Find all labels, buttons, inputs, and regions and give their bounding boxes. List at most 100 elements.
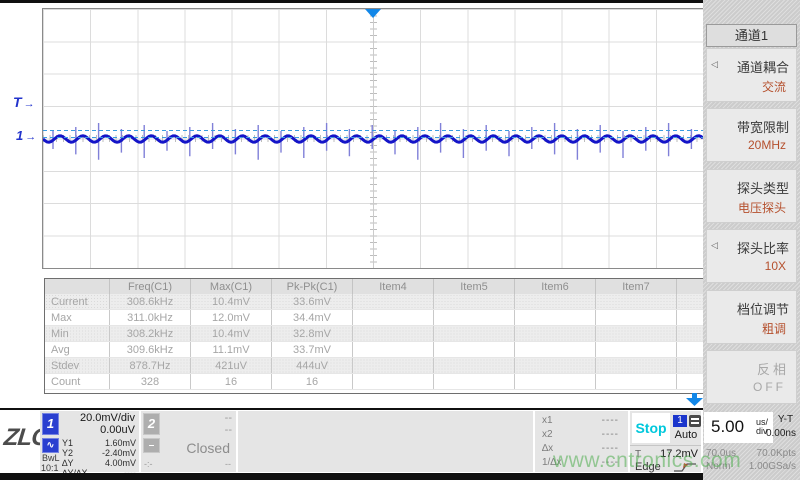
trigger-coupling-icon bbox=[689, 415, 701, 427]
run-stop-indicator[interactable]: Stop bbox=[632, 413, 670, 443]
table-cell bbox=[677, 342, 707, 358]
table-cell: 34.4mV bbox=[272, 310, 353, 326]
trigger-mode: Auto bbox=[671, 429, 701, 441]
table-scroll-down-icon[interactable] bbox=[686, 393, 703, 406]
readout-label: x1 bbox=[542, 415, 553, 426]
trigger-arrow-icon: → bbox=[24, 98, 35, 110]
table-cell bbox=[515, 358, 596, 374]
table-cell: 308.6kHz bbox=[110, 294, 191, 310]
table-cell bbox=[596, 326, 677, 342]
table-cell bbox=[515, 294, 596, 310]
table-cell bbox=[677, 310, 707, 326]
stop-label: Stop bbox=[635, 420, 666, 436]
table-cell: 878.7Hz bbox=[110, 358, 191, 374]
table-cell bbox=[434, 310, 515, 326]
menu-item-label: 带宽限制 bbox=[737, 117, 789, 136]
menu-item-value: 20MHz bbox=[748, 138, 786, 152]
table-cell: 10.4mV bbox=[191, 326, 272, 342]
table-header-cell: Item5 bbox=[434, 279, 515, 294]
table-cell bbox=[677, 358, 707, 374]
readout-row: ∆Y4.00mV bbox=[62, 458, 136, 467]
menu-item-label: 档位调节 bbox=[737, 299, 789, 318]
table-header-cell: Pk-Pk(C1) bbox=[272, 279, 353, 294]
memory-depth: 70.0Kpts bbox=[757, 448, 796, 459]
menu-item-label: 反相 bbox=[757, 359, 789, 378]
table-cell: 12.0mV bbox=[191, 310, 272, 326]
readout-value: -2.40mV bbox=[102, 448, 136, 458]
sidebar-menu-item[interactable]: 反相 OFF bbox=[706, 350, 797, 404]
bottom-bar bbox=[0, 473, 703, 480]
menu-item-value: 交流 bbox=[762, 78, 786, 95]
channel1-badge[interactable]: 1 bbox=[42, 413, 59, 435]
readout-label: x2 bbox=[542, 429, 553, 440]
sidebar-menu-item[interactable]: 探头类型 电压探头 bbox=[706, 169, 797, 223]
sidebar-title: 通道1 bbox=[706, 24, 797, 47]
readout-value: 4.00mV bbox=[105, 458, 136, 468]
channel2-coupling-icon: – bbox=[143, 438, 160, 453]
table-row: Min308.2kHz10.4mV32.8mV bbox=[45, 326, 706, 342]
table-row: Current308.6kHz10.4mV33.6mV bbox=[45, 294, 706, 310]
channel1-offset: 0.00uV bbox=[100, 424, 135, 436]
table-cell bbox=[353, 374, 434, 390]
table-header-cell: Item4 bbox=[353, 279, 434, 294]
channel2-status-panel[interactable]: 2 -- -- – Closed -:- -- bbox=[141, 411, 236, 472]
sidebar-menu-item[interactable]: ◁ 探头比率 10X bbox=[706, 229, 797, 283]
probe-ratio-indicator: 10:1 bbox=[41, 463, 59, 473]
table-row: Avg309.6kHz11.1mV33.7mV bbox=[45, 342, 706, 358]
channel1-ground-marker[interactable]: 1→ bbox=[16, 128, 36, 143]
table-cell bbox=[515, 342, 596, 358]
channel2-extra: -- bbox=[225, 459, 231, 469]
table-header-cell: Item8 bbox=[677, 279, 707, 294]
watermark: www.cntronics.com bbox=[553, 449, 741, 473]
readout-row: Y2-2.40mV bbox=[62, 448, 136, 457]
status-divider bbox=[0, 408, 703, 410]
row-label-cell: Current bbox=[45, 294, 110, 310]
table-cell bbox=[596, 342, 677, 358]
table-row: Stdev878.7Hz421uV444uV bbox=[45, 358, 706, 374]
table-cell bbox=[434, 326, 515, 342]
table-cell bbox=[434, 374, 515, 390]
menu-item-value: OFF bbox=[753, 380, 786, 394]
timebase-box[interactable]: 5.00 us/div bbox=[704, 412, 773, 443]
readout-row: Y11.60mV bbox=[62, 438, 136, 447]
table-header-cell bbox=[45, 279, 110, 294]
bandwidth-limit-indicator: BwL bbox=[42, 453, 60, 463]
table-cell: 309.6kHz bbox=[110, 342, 191, 358]
channel2-badge[interactable]: 2 bbox=[143, 413, 160, 435]
row-label-cell: Avg bbox=[45, 342, 110, 358]
table-header-cell: Freq(C1) bbox=[110, 279, 191, 294]
channel2-state: Closed bbox=[186, 440, 230, 456]
sidebar-menu-item[interactable]: 带宽限制 20MHz bbox=[706, 108, 797, 162]
row-label-cell: Count bbox=[45, 374, 110, 390]
table-row: Count3281616 bbox=[45, 374, 706, 390]
table-cell bbox=[434, 358, 515, 374]
status-empty-panel bbox=[238, 411, 533, 472]
channel1-scale: 20.0mV/div bbox=[80, 412, 135, 424]
table-cell bbox=[596, 358, 677, 374]
sidebar-menu-item[interactable]: 档位调节 粗调 bbox=[706, 290, 797, 344]
table-cell: 328 bbox=[110, 374, 191, 390]
table-cell bbox=[596, 294, 677, 310]
trigger-delay: 0.00ns bbox=[766, 428, 796, 439]
display-mode: Y-T bbox=[773, 414, 798, 425]
channel1-status-panel[interactable]: 1 20.0mV/div 0.00uV ∿ BwL 10:1 Y11.60mVY… bbox=[40, 411, 139, 472]
table-cell bbox=[515, 310, 596, 326]
channel1-arrow-icon: → bbox=[25, 131, 36, 143]
table-cell: 33.7mV bbox=[272, 342, 353, 358]
table-cell: 32.8mV bbox=[272, 326, 353, 342]
table-header-cell: Item7 bbox=[596, 279, 677, 294]
trigger-level-marker[interactable]: T→ bbox=[13, 94, 35, 110]
row-label-cell: Stdev bbox=[45, 358, 110, 374]
readout-label: ∆x bbox=[542, 443, 553, 454]
table-cell: 444uV bbox=[272, 358, 353, 374]
waveform-svg bbox=[43, 9, 703, 268]
table-cell: 311.0kHz bbox=[110, 310, 191, 326]
readout-value: 1.60mV bbox=[105, 438, 136, 448]
table-cell bbox=[596, 374, 677, 390]
channel2-probe-ratio: -:- bbox=[144, 459, 153, 469]
table-cell bbox=[353, 358, 434, 374]
table-cell bbox=[596, 310, 677, 326]
channel1-marker-label: 1 bbox=[16, 128, 23, 143]
sidebar-menu-item[interactable]: ◁ 通道耦合 交流 bbox=[706, 48, 797, 102]
table-cell: 308.2kHz bbox=[110, 326, 191, 342]
